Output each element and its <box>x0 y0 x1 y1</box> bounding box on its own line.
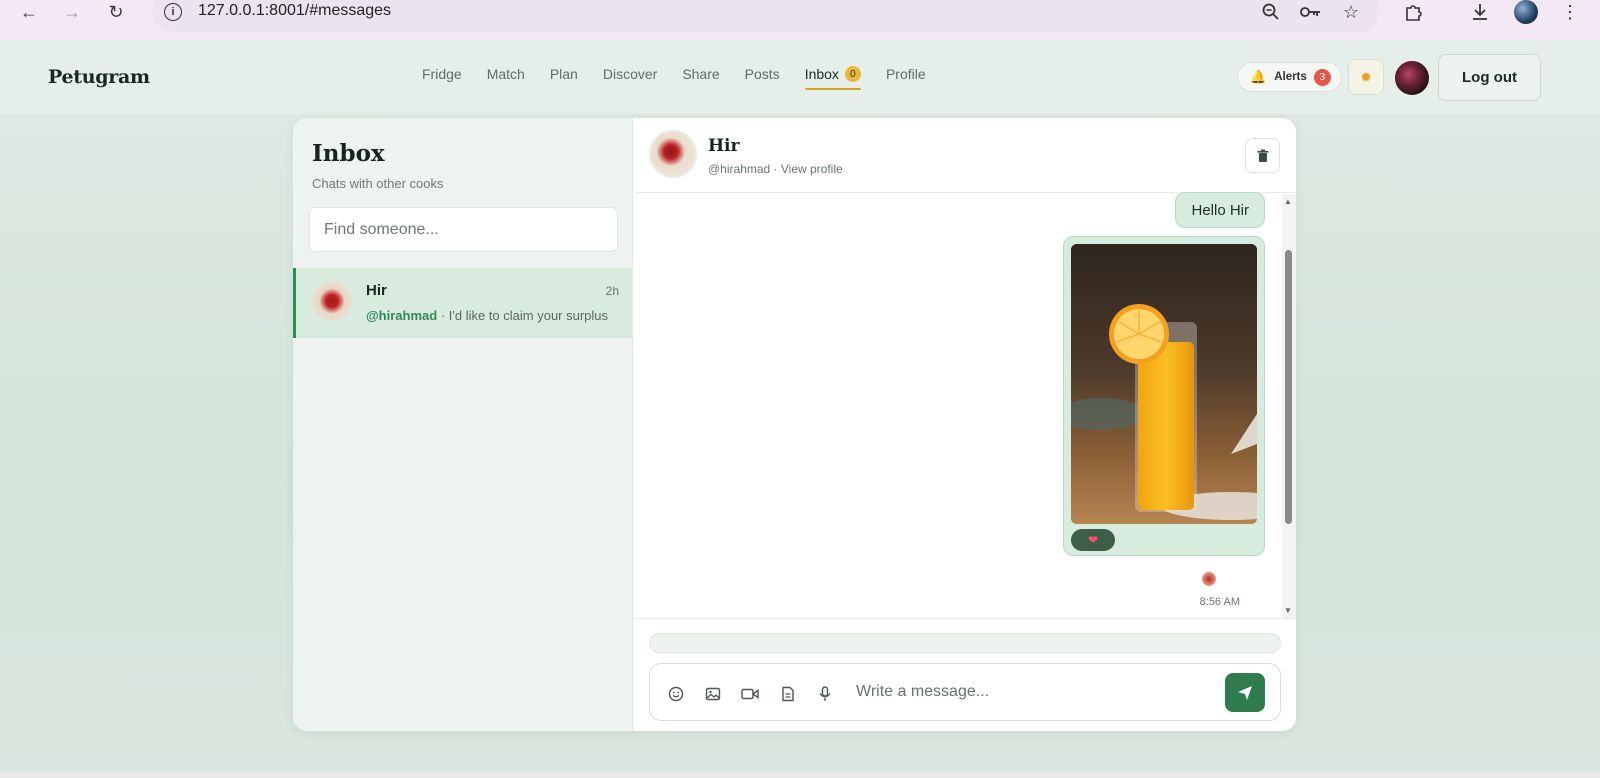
url-text[interactable]: 127.0.0.1:8001/#messages <box>198 2 391 20</box>
conversation-avatar <box>312 281 352 321</box>
heart-reaction[interactable]: ❤ <box>1071 529 1115 551</box>
conversation-item[interactable]: Hir 2h @hirahmad · I'd like to claim you… <box>293 268 633 338</box>
video-upload-icon[interactable] <box>740 684 760 704</box>
find-someone-input[interactable] <box>309 207 618 252</box>
nav-label: Discover <box>602 66 658 82</box>
nav-share[interactable]: Share <box>682 66 719 90</box>
file-attach-icon[interactable] <box>778 684 798 704</box>
nav-label: Profile <box>885 66 926 82</box>
reply-strip <box>649 633 1281 653</box>
nav-label: Fridge <box>422 66 462 82</box>
inbox-panel: Inbox Chats with other cooks Hir 2h @hir… <box>293 118 1296 731</box>
nav-posts[interactable]: Posts <box>745 66 780 90</box>
back-arrow-icon[interactable]: ← <box>13 0 45 24</box>
zoom-icon[interactable] <box>1258 0 1284 24</box>
conversation-handle: @hirahmad <box>366 308 438 323</box>
nav-inbox[interactable]: Inbox 0 <box>804 66 862 90</box>
nav-label: Plan <box>549 66 578 82</box>
scroll-down-arrow-icon[interactable]: ▼ <box>1284 606 1292 615</box>
top-navbar: Petugram Fridge Match Plan Discover Shar… <box>0 40 1600 114</box>
conversation-time: 2h <box>605 284 619 298</box>
message-composer <box>649 663 1281 721</box>
message-list[interactable]: Hello Hir ❤ 8:56 AM ▲ ▼ <box>634 192 1296 618</box>
user-avatar[interactable] <box>1393 59 1431 97</box>
nav-match[interactable]: Match <box>487 66 525 90</box>
heart-icon: ❤ <box>1087 533 1099 547</box>
chat-partner-avatar[interactable] <box>649 130 697 178</box>
message-bubble-text: Hello Hir <box>1175 192 1265 228</box>
message-time: 8:56 AM <box>1199 596 1240 608</box>
browser-chrome: ← → ↻ i 127.0.0.1:8001/#messages ☆ ⋮ <box>0 0 1600 40</box>
nav-label: Posts <box>744 66 780 82</box>
nav-profile[interactable]: Profile <box>886 66 926 90</box>
bookmark-star-icon[interactable]: ☆ <box>1338 0 1364 24</box>
scroll-up-arrow-icon[interactable]: ▲ <box>1284 197 1292 206</box>
reload-icon[interactable]: ↻ <box>100 0 132 24</box>
chat-partner-name: Hir <box>708 136 740 156</box>
password-key-icon[interactable] <box>1298 0 1324 24</box>
send-icon <box>1238 685 1252 700</box>
chat-pane: Hir @hirahmad · View profile Hello Hir ❤… <box>634 118 1296 731</box>
seen-avatar <box>1202 572 1216 586</box>
conversation-preview: @hirahmad · I'd like to claim your surpl… <box>366 308 618 323</box>
message-input[interactable] <box>856 676 1216 708</box>
conversation-sidebar: Inbox Chats with other cooks Hir 2h @hir… <box>293 118 633 731</box>
message-scrollbar[interactable]: ▲ ▼ <box>1282 194 1296 618</box>
bell-icon: 🔔 <box>1250 69 1267 84</box>
browser-profile-avatar[interactable] <box>1514 0 1538 24</box>
send-button[interactable] <box>1225 673 1265 712</box>
download-icon[interactable] <box>1467 0 1493 24</box>
theme-toggle-sun-icon[interactable]: ✹ <box>1348 59 1384 95</box>
alerts-count-badge: 3 <box>1313 68 1331 86</box>
trash-icon <box>1257 149 1268 162</box>
main-nav: Fridge Match Plan Discover Share Posts I… <box>422 66 951 90</box>
nav-label: Inbox <box>804 66 839 82</box>
delete-conversation-button[interactable] <box>1245 138 1280 173</box>
chat-header: Hir @hirahmad · View profile <box>634 118 1296 193</box>
nav-discover[interactable]: Discover <box>603 66 657 90</box>
orange-juice-photo[interactable] <box>1071 244 1257 524</box>
brand-logo[interactable]: Petugram <box>48 66 150 88</box>
browser-menu-icon[interactable]: ⋮ <box>1557 0 1583 24</box>
composer-area <box>634 618 1296 731</box>
alerts-label: Alerts <box>1274 71 1307 83</box>
nav-label: Match <box>486 66 525 82</box>
alerts-button[interactable]: 🔔 Alerts 3 <box>1237 62 1342 92</box>
conversation-preview-text: · I'd like to claim your surplus <box>437 308 609 323</box>
inbox-count-badge: 0 <box>844 66 861 82</box>
image-upload-icon[interactable] <box>703 684 723 704</box>
site-info-icon[interactable]: i <box>164 3 182 21</box>
nav-label: Share <box>682 66 720 82</box>
message-bubble-image: ❤ <box>1063 236 1265 556</box>
nav-plan[interactable]: Plan <box>550 66 578 90</box>
microphone-icon[interactable] <box>815 684 835 704</box>
forward-arrow-icon[interactable]: → <box>56 0 88 24</box>
app: Petugram Fridge Match Plan Discover Shar… <box>0 40 1600 772</box>
window-bottom-edge <box>0 772 1600 778</box>
nav-fridge[interactable]: Fridge <box>422 66 462 90</box>
inbox-title: Inbox <box>312 140 385 167</box>
extensions-icon[interactable] <box>1401 0 1427 24</box>
chat-partner-subline[interactable]: @hirahmad · View profile <box>708 162 843 176</box>
emoji-icon[interactable] <box>666 684 686 704</box>
scroll-thumb[interactable] <box>1285 250 1292 524</box>
logout-button[interactable]: Log out <box>1438 54 1541 101</box>
inbox-subtitle: Chats with other cooks <box>312 176 444 191</box>
conversation-name: Hir <box>366 282 387 299</box>
